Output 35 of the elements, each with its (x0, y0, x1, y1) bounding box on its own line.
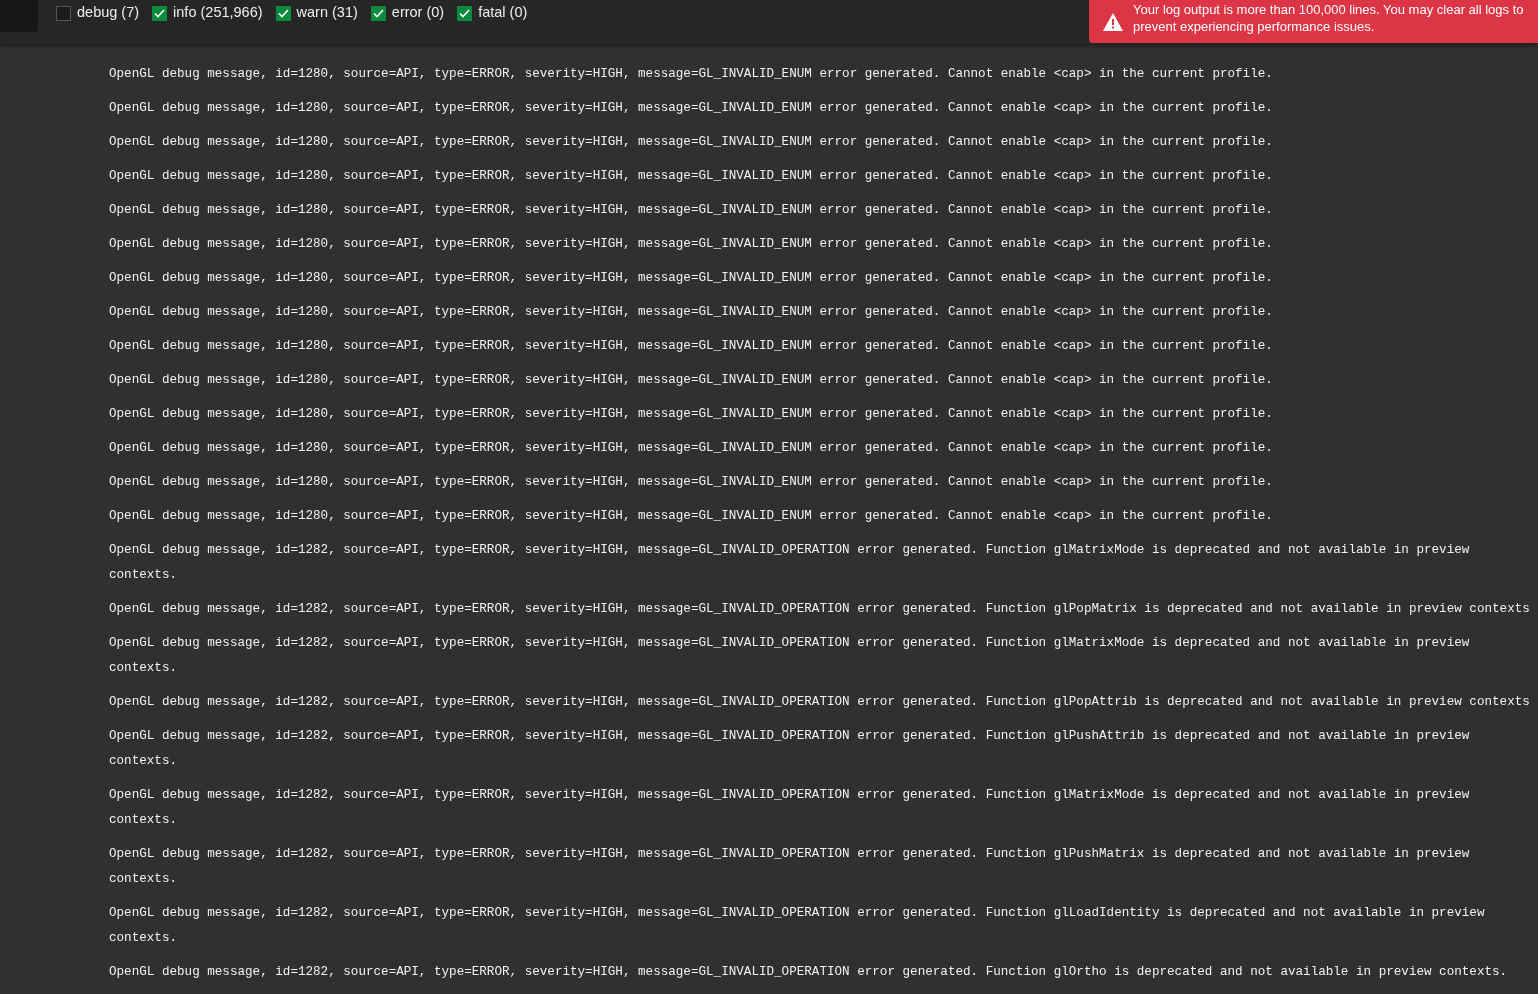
log-entry: OpenGL debug message, id=1280, source=API, type=ERROR, severity=HIGH, message=GL_INVALID_ENUM error generated. Cannot enable <cap> in the current profile. (109, 65, 1274, 83)
log-entry: OpenGL debug message, id=1280, source=API, type=ERROR, severity=HIGH, message=GL_INVALID_ENUM error generated. Cannot enable <cap> in the current profile. (109, 507, 1274, 525)
filter-label: fatal (0) (478, 3, 528, 23)
log-entry: OpenGL debug message, id=1282, source=API, type=ERROR, severity=HIGH, message=GL_INVALID_OPERATION error generated. Function glLoadIdentity is deprecated and not available in preview contexts. (109, 904, 1486, 947)
log-entry: OpenGL debug message, id=1282, source=API, type=ERROR, severity=HIGH, message=GL_INVALID_OPERATION error generated. Function glMatrixMode is deprecated and not available in preview contexts. (109, 634, 1471, 677)
log-entry: OpenGL debug message, id=1282, source=API, type=ERROR, severity=HIGH, message=GL_INVALID_OPERATION error generated. Function glOrtho is deprecated and not available in preview contexts. (109, 963, 1509, 981)
log-entry: OpenGL debug message, id=1282, source=API, type=ERROR, severity=HIGH, message=GL_INVALID_OPERATION error generated. Function glPushMatrix is deprecated and not available in preview contexts. (109, 845, 1471, 888)
log-entry: OpenGL debug message, id=1282, source=API, type=ERROR, severity=HIGH, message=GL_INVALID_OPERATION error generated. Function glPushAttrib is deprecated and not available in preview contexts. (109, 727, 1471, 770)
log-entry: OpenGL debug message, id=1282, source=API, type=ERROR, severity=HIGH, message=GL_INVALID_OPERATION error generated. Function glMatrixMode is deprecated and not available in preview contexts. (109, 786, 1471, 829)
filter-label: info (251,966) (173, 3, 263, 23)
log-entry: OpenGL debug message, id=1280, source=API, type=ERROR, severity=HIGH, message=GL_INVALID_ENUM error generated. Cannot enable <cap> in the current profile. (109, 99, 1274, 117)
checkbox[interactable] (457, 5, 473, 21)
log-entry: OpenGL debug message, id=1282, source=API, type=ERROR, severity=HIGH, message=GL_INVALID_OPERATION error generated. Function glPopMatrix is deprecated and not available in preview contexts (109, 600, 1531, 618)
log-entry: OpenGL debug message, id=1280, source=API, type=ERROR, severity=HIGH, message=GL_INVALID_ENUM error generated. Cannot enable <cap> in the current profile. (109, 337, 1274, 355)
log-entry: OpenGL debug message, id=1280, source=API, type=ERROR, severity=HIGH, message=GL_INVALID_ENUM error generated. Cannot enable <cap> in the current profile. (109, 269, 1274, 287)
filter-label: error (0) (391, 3, 445, 23)
alert-message: Your log output is more than 100,000 lines. You may clear all logs to prevent experiencing performance issues. (1133, 0, 1525, 35)
filter-label: debug (7) (77, 3, 140, 23)
log-entry: OpenGL debug message, id=1280, source=API, type=ERROR, severity=HIGH, message=GL_INVALID_ENUM error generated. Cannot enable <cap> in the current profile. (109, 303, 1274, 321)
log-entry: OpenGL debug message, id=1280, source=API, type=ERROR, severity=HIGH, message=GL_INVALID_ENUM error generated. Cannot enable <cap> in the current profile. (109, 371, 1274, 389)
log-entry: OpenGL debug message, id=1282, source=API, type=ERROR, severity=HIGH, message=GL_INVALID_OPERATION error generated. Function glPopAttrib is deprecated and not available in preview contexts (109, 693, 1531, 711)
log-entry: OpenGL debug message, id=1280, source=API, type=ERROR, severity=HIGH, message=GL_INVALID_ENUM error generated. Cannot enable <cap> in the current profile. (109, 133, 1274, 151)
log-entry: OpenGL debug message, id=1280, source=API, type=ERROR, severity=HIGH, message=GL_INVALID_ENUM error generated. Cannot enable <cap> in the current profile. (109, 405, 1274, 423)
log-entry: OpenGL debug message, id=1280, source=API, type=ERROR, severity=HIGH, message=GL_INVALID_ENUM error generated. Cannot enable <cap> in the current profile. (109, 235, 1274, 253)
checkbox[interactable] (370, 5, 386, 21)
checkbox[interactable] (152, 5, 168, 21)
checkbox[interactable] (56, 5, 71, 21)
log-entry: OpenGL debug message, id=1280, source=API, type=ERROR, severity=HIGH, message=GL_INVALID_ENUM error generated. Cannot enable <cap> in the current profile. (109, 201, 1274, 219)
log-entry: OpenGL debug message, id=1280, source=API, type=ERROR, severity=HIGH, message=GL_INVALID_ENUM error generated. Cannot enable <cap> in the current profile. (109, 167, 1274, 185)
filter-label: warn (31) (296, 3, 358, 23)
log-entry: OpenGL debug message, id=1280, source=API, type=ERROR, severity=HIGH, message=GL_INVALID_ENUM error generated. Cannot enable <cap> in the current profile. (109, 473, 1274, 491)
log-entry: OpenGL debug message, id=1282, source=API, type=ERROR, severity=HIGH, message=GL_INVALID_OPERATION error generated. Function glMatrixMode is deprecated and not available in preview contexts. (109, 541, 1471, 584)
warning-icon (1103, 12, 1123, 31)
checkbox[interactable] (275, 5, 291, 21)
log-entry: OpenGL debug message, id=1280, source=API, type=ERROR, severity=HIGH, message=GL_INVALID_ENUM error generated. Cannot enable <cap> in the current profile. (109, 439, 1274, 457)
